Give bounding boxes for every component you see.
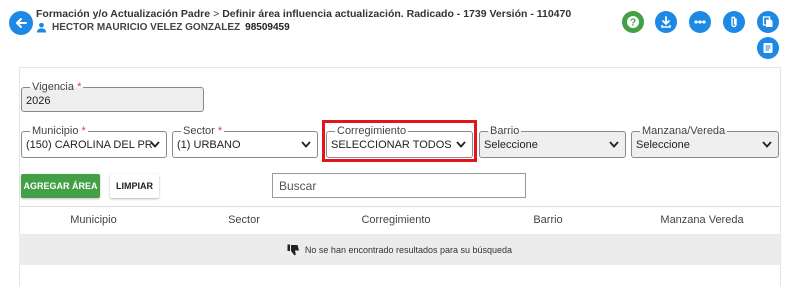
chevron-down-icon: [301, 141, 311, 148]
empty-results-row: No se han encontrado resultados para su …: [19, 234, 780, 265]
clear-button[interactable]: LIMPIAR: [110, 174, 159, 198]
user-info: HECTOR MAURICIO VELEZ GONZALEZ 98509459: [36, 22, 290, 33]
more-options-button[interactable]: [689, 11, 711, 33]
user-document-number: 98509459: [245, 22, 290, 33]
municipio-value: (150) CAROLINA DEL PRINCIPE: [26, 139, 152, 151]
search-input[interactable]: [272, 173, 526, 198]
breadcrumb-current: Definir área influencia actualización. R…: [222, 8, 572, 20]
empty-results-message: No se han encontrado resultados para su …: [304, 244, 513, 255]
chevron-down-icon: [150, 141, 160, 148]
barrio-select[interactable]: Barrio Seleccione: [479, 125, 626, 158]
chevron-down-icon: [609, 141, 619, 148]
page-header: Formación y/o Actualización Padre > Defini…: [0, 0, 800, 59]
help-button[interactable]: ?: [622, 11, 644, 33]
chevron-down-icon: [762, 141, 772, 148]
thumbs-down-icon: [287, 244, 299, 255]
column-header-corregimiento[interactable]: Corregimiento: [320, 207, 472, 232]
attachment-button[interactable]: [723, 11, 745, 33]
municipio-select[interactable]: Municipio * (150) CAROLINA DEL PRINCIPE: [21, 125, 167, 158]
back-button[interactable]: [9, 11, 33, 35]
panel-right-border: [780, 67, 781, 286]
copy-document-icon: [762, 16, 773, 27]
column-header-sector[interactable]: Sector: [168, 207, 320, 232]
breadcrumb: Formación y/o Actualización Padre > Defini…: [36, 8, 571, 20]
breadcrumb-separator: >: [213, 8, 220, 20]
copy-document-button[interactable]: [757, 11, 779, 33]
download-button[interactable]: [655, 11, 677, 33]
sector-select[interactable]: Sector * (1) URBANO: [172, 125, 318, 158]
highlight-box: [322, 120, 477, 162]
download-icon: [661, 16, 671, 28]
results-table: Municipio Sector Corregimiento Barrio Ma…: [19, 206, 780, 286]
municipio-label: Municipio *: [30, 125, 88, 137]
column-header-manzana-vereda[interactable]: Manzana Vereda: [624, 207, 780, 232]
sector-label: Sector *: [181, 125, 225, 137]
barrio-value: Seleccione: [484, 139, 538, 151]
column-header-barrio[interactable]: Barrio: [472, 207, 624, 232]
manzana-vereda-label: Manzana/Vereda: [640, 125, 728, 137]
user-name: HECTOR MAURICIO VELEZ GONZALEZ: [52, 22, 241, 33]
user-icon: [36, 22, 47, 33]
vigencia-label: Vigencia *: [30, 81, 84, 93]
table-header: Municipio Sector Corregimiento Barrio Ma…: [19, 207, 780, 232]
more-horizontal-icon: [694, 20, 706, 24]
list-document-button[interactable]: [757, 37, 779, 59]
arrow-left-icon: [16, 18, 27, 28]
sector-value: (1) URBANO: [177, 139, 241, 151]
add-area-button[interactable]: AGREGAR ÁREA: [21, 174, 100, 198]
help-icon: ?: [627, 16, 639, 29]
column-header-municipio[interactable]: Municipio: [19, 207, 168, 232]
vigencia-field: Vigencia * 2026: [21, 81, 204, 112]
attachment-icon: [731, 16, 737, 28]
manzana-vereda-select[interactable]: Manzana/Vereda Seleccione: [631, 125, 779, 158]
breadcrumb-parent[interactable]: Formación y/o Actualización Padre: [36, 8, 210, 20]
manzana-vereda-value: Seleccione: [636, 139, 690, 151]
list-document-icon: [763, 43, 773, 53]
barrio-label: Barrio: [488, 125, 522, 137]
vigencia-value: 2026: [26, 95, 51, 107]
svg-text:?: ?: [630, 18, 636, 29]
